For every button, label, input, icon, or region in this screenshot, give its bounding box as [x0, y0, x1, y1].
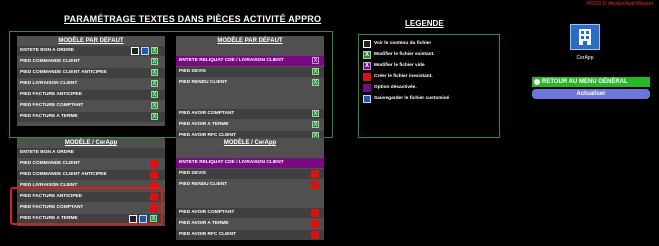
app-name: CerApp — [576, 55, 594, 61]
edit-file-icon[interactable]: X — [151, 80, 158, 87]
list-item[interactable]: PIED RENDU CLIENT — [176, 180, 324, 190]
edit-file-icon[interactable]: X — [151, 113, 158, 120]
row-label: PIED DEVIS — [179, 171, 206, 176]
legend-text: Voir le contenu du fichier — [374, 41, 432, 46]
legend-text: Modifier le fichier existant. — [374, 52, 435, 57]
default-right-panel: MODÈLE PAR DÉFAUT ENTETE RELIQUAT CDE / … — [176, 36, 324, 141]
list-item[interactable]: PIED LIVRAISON CLIENT X — [17, 79, 165, 89]
edit-empty-icon: X — [363, 62, 371, 70]
row-label: PIED AVOIR A TERME — [179, 122, 229, 127]
default-right-title: MODÈLE PAR DÉFAUT — [217, 38, 283, 44]
edit-existing-icon: X — [363, 51, 371, 59]
create-file-icon — [363, 73, 371, 81]
list-item[interactable]: PIED COMMANDE CLIENT X — [17, 57, 165, 67]
list-item[interactable]: ENTETE BON A ORDRE — [17, 148, 165, 158]
edit-file-icon[interactable]: X — [151, 91, 158, 98]
list-item[interactable]: ENTETE RELIQUAT CDE / LIVRAISON CLIENT — [176, 158, 324, 168]
view-file-icon[interactable] — [131, 47, 139, 55]
list-item[interactable]: PIED DEVIS X — [176, 67, 324, 77]
back-to-menu-button[interactable]: RETOUR AU MENU GÉNÉRAL — [532, 77, 650, 87]
row-label: PIED FACTURE ANTICIPEE — [20, 92, 82, 97]
edit-file-icon[interactable]: X — [312, 121, 319, 128]
edit-file-icon[interactable]: X — [151, 47, 158, 54]
legend-title: LEGENDE — [405, 19, 444, 28]
list-item[interactable]: PIED AVOIR RFC CLIENT — [176, 230, 324, 240]
edit-file-icon[interactable]: X — [312, 68, 319, 75]
list-item[interactable]: PIED FACTURE ANTICIPEE X — [17, 90, 165, 100]
create-file-icon[interactable] — [311, 181, 319, 189]
row-label: PIED AVOIR RFC CLIENT — [179, 232, 237, 237]
row-label: PIED COMMANDE CLIENT — [20, 161, 80, 166]
list-item[interactable]: PIED AVOIR A TERME — [176, 219, 324, 229]
create-file-icon[interactable] — [150, 171, 158, 179]
list-item[interactable]: PIED FACTURE A TERME X — [17, 112, 165, 122]
list-item[interactable]: PIED AVOIR COMPTANT X — [176, 109, 324, 119]
row-label: PIED AVOIR A TERME — [179, 221, 229, 226]
row-label: ENTETE RELIQUAT CDE / LIVRAISON CLIENT — [179, 58, 284, 63]
list-item[interactable]: PIED FACTURE COMPTANT X — [17, 101, 165, 111]
edit-file-icon[interactable]: X — [312, 79, 319, 86]
legend-text: Modifier le fichier vide — [374, 63, 425, 68]
list-item[interactable]: PIED AVOIR COMPTANT — [176, 208, 324, 218]
cerapp-left-title: MODÈLE / CerApp — [64, 140, 118, 146]
row-label: PIED FACTURE A TERME — [20, 114, 78, 119]
list-item[interactable]: PIED AVOIR A TERME X — [176, 120, 324, 130]
row-label: ENTETE BON A ORDRE — [20, 48, 75, 53]
edit-file-icon[interactable]: X — [151, 58, 158, 65]
disabled-option-icon — [363, 84, 371, 92]
row-label: PIED LIVRAISON CLIENT — [20, 81, 78, 86]
row-label: PIED RENDU CLIENT — [179, 80, 228, 85]
row-label: PIED COMMANDE CLIENT — [20, 59, 80, 64]
prod-path-label: PROD D:\Analys\Appli\Report — [586, 1, 653, 7]
create-file-icon[interactable] — [311, 170, 319, 178]
list-item[interactable]: PIED DEVIS — [176, 169, 324, 179]
default-left-panel: MODÈLE PAR DÉFAUT ENTETE BON A ORDRE X P… — [17, 36, 165, 126]
save-custom-icon — [363, 95, 371, 103]
row-label: ENTETE BON A ORDRE — [20, 150, 75, 155]
back-arrow-icon — [534, 79, 540, 85]
refresh-button[interactable]: Actualiser — [532, 89, 650, 99]
row-label: PIED DEVIS — [179, 69, 206, 74]
list-item[interactable]: ENTETE RELIQUAT CDE / LIVRAISON CLIENT X — [176, 56, 324, 66]
row-label: PIED AVOIR COMPTANT — [179, 111, 235, 116]
building-icon[interactable] — [570, 24, 600, 50]
row-label: ENTETE RELIQUAT CDE / LIVRAISON CLIENT — [179, 160, 284, 165]
list-item[interactable]: PIED COMMANDE CLIENT ANTICIPEE X — [17, 68, 165, 78]
edit-file-icon[interactable]: X — [151, 102, 158, 109]
list-item[interactable]: PIED COMMANDE CLIENT ANTICIPEE — [17, 170, 165, 180]
create-file-icon[interactable] — [311, 231, 319, 239]
cerapp-right-title: MODÈLE / CerApp — [223, 140, 277, 146]
selection-highlight — [10, 187, 163, 225]
back-to-menu-label: RETOUR AU MENU GÉNÉRAL — [542, 79, 628, 85]
list-item[interactable]: PIED RENDU CLIENT X — [176, 78, 324, 88]
edit-file-icon[interactable]: X — [151, 69, 158, 76]
save-icon[interactable] — [141, 47, 149, 55]
create-file-icon[interactable] — [311, 220, 319, 228]
legend-text: Créer le fichier inexistant. — [374, 74, 433, 79]
create-file-icon[interactable] — [311, 209, 319, 217]
view-file-icon — [363, 40, 371, 48]
legend-text: Sauvegarder le fichier customisé — [374, 96, 450, 101]
row-label: PIED RENDU CLIENT — [179, 182, 228, 187]
row-label: PIED AVOIR COMPTANT — [179, 210, 235, 215]
edit-empty-file-icon[interactable]: X — [312, 57, 319, 64]
row-label: PIED COMMANDE CLIENT ANTICIPEE — [20, 70, 107, 75]
edit-file-icon[interactable]: X — [312, 110, 319, 117]
list-item[interactable]: ENTETE BON A ORDRE X — [17, 46, 165, 56]
default-left-title: MODÈLE PAR DÉFAUT — [58, 38, 124, 44]
cerapp-right-panel: MODÈLE / CerApp ENTETE RELIQUAT CDE / LI… — [176, 138, 324, 240]
row-label: PIED FACTURE COMPTANT — [20, 103, 84, 108]
page-title: PARAMÉTRAGE TEXTES DANS PIÈCES ACTIVITÉ … — [64, 14, 322, 24]
row-label: PIED COMMANDE CLIENT ANTICIPEE — [20, 172, 107, 177]
legend-text: Option désactivée. — [374, 85, 417, 90]
create-file-icon[interactable] — [150, 160, 158, 168]
legend-box: Voir le contenu du fichier X Modifier le… — [358, 34, 500, 138]
list-item[interactable]: PIED COMMANDE CLIENT — [17, 159, 165, 169]
